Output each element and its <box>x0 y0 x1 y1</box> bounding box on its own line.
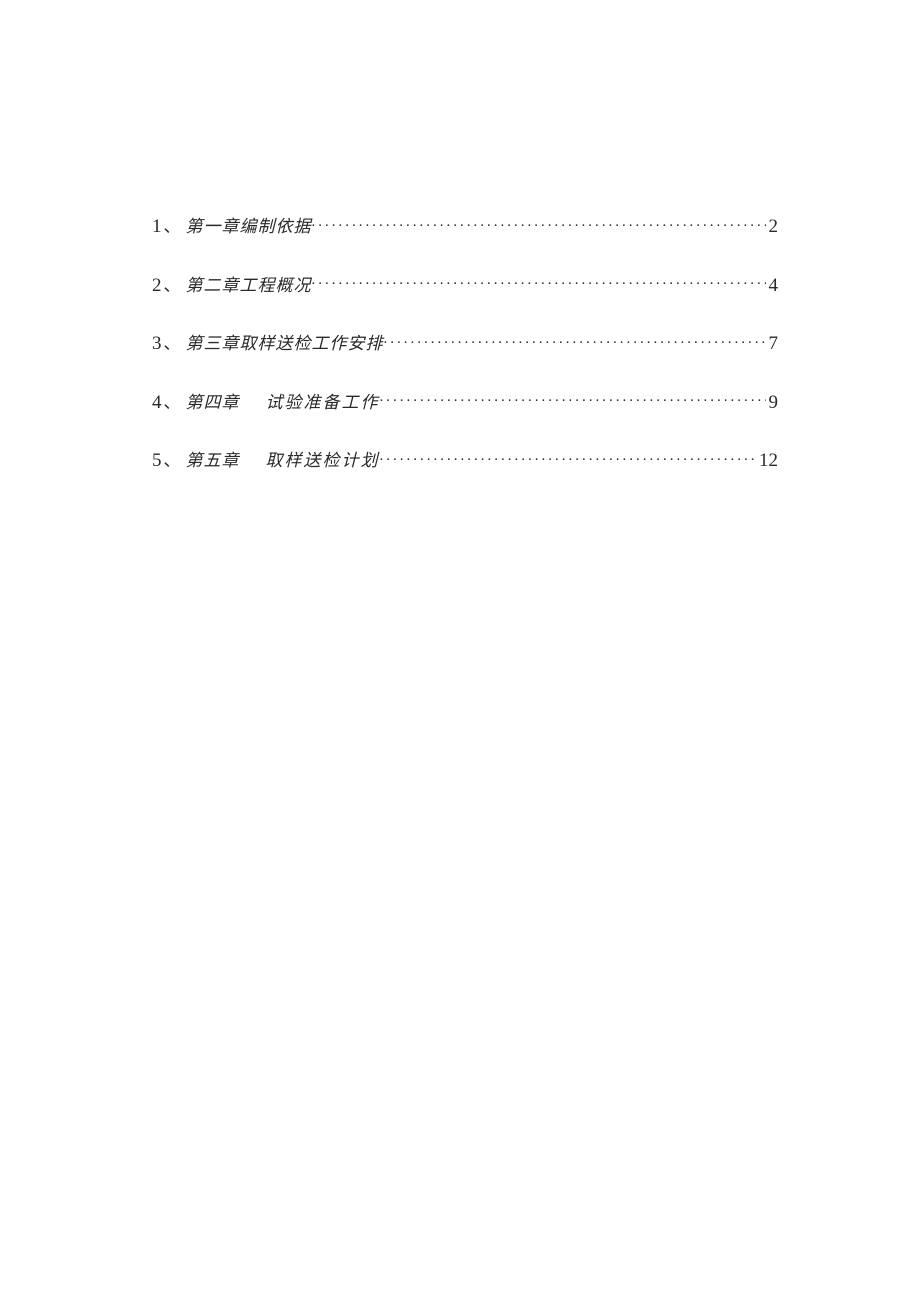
toc-entry-separator: 、 <box>164 272 181 299</box>
toc-entry-title: 取样送检计划 <box>266 447 380 474</box>
toc-entry-title: 取样送检工作安排 <box>240 330 384 357</box>
toc-entry-page: 4 <box>769 271 779 301</box>
toc-entry-page: 2 <box>769 212 779 242</box>
toc-dot-leader <box>380 444 757 466</box>
toc-entry-title: 编制依据 <box>240 213 312 240</box>
toc-entry-chapter: 第三章 <box>186 330 240 357</box>
toc-entry-number: 4 <box>152 388 162 418</box>
toc-entry: 1、第一章编制依据 2 <box>152 210 778 242</box>
toc-entry-title: 工程概况 <box>240 272 312 299</box>
toc-dot-leader <box>380 385 766 407</box>
toc-entry-number: 1 <box>152 212 162 242</box>
toc-entry-title: 试验准备工作 <box>266 389 380 416</box>
toc-entry-chapter: 第二章 <box>186 272 240 299</box>
toc-dot-leader <box>312 210 766 232</box>
toc-dot-leader <box>312 268 766 290</box>
toc-entry-separator: 、 <box>164 213 181 240</box>
toc-entry: 3、第三章取样送检工作安排 7 <box>152 327 778 359</box>
toc-entry-page: 12 <box>759 446 778 476</box>
toc-entry-chapter: 第四章 <box>186 389 240 416</box>
toc-entry-number: 5 <box>152 446 162 476</box>
toc-entry-page: 9 <box>769 388 779 418</box>
toc-entry-page: 7 <box>769 329 779 359</box>
toc-entry-separator: 、 <box>164 330 181 357</box>
toc-entry: 5、第五章取样送检计划 12 <box>152 444 778 476</box>
toc-entry-number: 3 <box>152 329 162 359</box>
toc-entry-number: 2 <box>152 271 162 301</box>
toc-entry: 4、第四章试验准备工作 9 <box>152 385 778 417</box>
toc-entry-separator: 、 <box>164 389 181 416</box>
toc-entry: 2、第二章工程概况 4 <box>152 268 778 300</box>
toc-entry-chapter: 第五章 <box>186 447 240 474</box>
toc-dot-leader <box>384 327 766 349</box>
toc-entry-chapter: 第一章 <box>186 213 240 240</box>
toc-entry-separator: 、 <box>164 447 181 474</box>
toc-container: 1、第一章编制依据22、第二章工程概况43、第三章取样送检工作安排74、第四章试… <box>0 0 920 476</box>
